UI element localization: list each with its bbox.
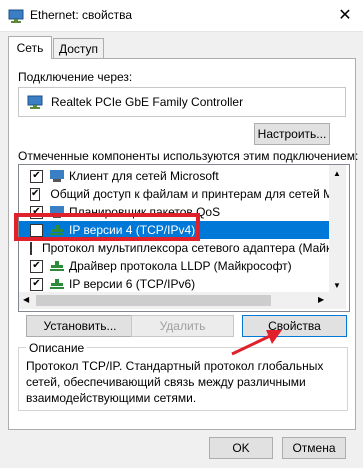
annotation-highlight-box [14,213,200,241]
scroll-down-icon[interactable]: ▼ [333,281,341,290]
checkbox[interactable]: ✔ [30,277,43,291]
tab-network-label: Сеть [16,41,44,55]
description-title: Описание [26,341,88,355]
vertical-scrollbar[interactable]: ▲ ▼ [329,165,346,292]
install-button[interactable]: Установить... [26,315,134,337]
network-adapter-icon [27,95,43,109]
protocol-icon [50,279,64,289]
checkbox[interactable]: ✔ [30,259,43,273]
tab-network[interactable]: Сеть [8,36,52,59]
description-text: Протокол TCP/IP. Стандартный протокол гл… [26,359,324,405]
client-icon [50,170,64,182]
list-item-label: Общий доступ к файлам и принтерам для се… [50,187,336,201]
protocol-icon [50,261,64,271]
tab-sharing[interactable]: Доступ [53,38,104,59]
list-item-label: IP версии 6 (TCP/IPv6) [69,277,196,291]
uninstall-button[interactable]: Удалить [131,315,234,337]
scroll-left-icon[interactable]: ◀ [23,295,29,304]
properties-button[interactable]: Свойства [242,315,347,337]
list-item[interactable]: ✔ Драйвер протокола LLDP (Майкрософт) [19,257,330,275]
checkbox[interactable] [30,241,32,255]
horizontal-scrollbar[interactable]: ◀ ▶ [19,292,329,309]
list-item[interactable]: ✔ Клиент для сетей Microsoft [19,167,330,185]
list-item-label: Протокол мультиплексора сетевого адаптер… [42,241,332,255]
network-adapter-icon [8,9,24,23]
list-item-label: Клиент для сетей Microsoft [69,169,219,183]
cancel-button[interactable]: Отмена [282,437,346,459]
window-title: Ethernet: свойства [30,8,133,22]
scroll-right-icon[interactable]: ▶ [318,295,324,304]
list-item[interactable]: ✔ Общий доступ к файлам и принтерам для … [19,185,336,203]
close-icon: ✕ [338,7,352,24]
close-button[interactable]: ✕ [327,0,363,30]
scroll-up-icon[interactable]: ▲ [333,169,341,178]
checkbox[interactable]: ✔ [30,169,43,183]
adapter-name: Realtek PCIe GbE Family Controller [51,95,244,109]
adapter-field: Realtek PCIe GbE Family Controller [18,87,346,117]
scroll-corner [329,292,346,309]
list-item[interactable]: Протокол мультиплексора сетевого адаптер… [19,239,332,257]
list-item-label: Драйвер протокола LLDP (Майкрософт) [69,259,292,273]
ok-button[interactable]: OK [209,437,273,459]
list-item[interactable]: ✔ IP версии 6 (TCP/IPv6) [19,275,330,293]
checkbox[interactable]: ✔ [30,187,41,201]
tab-sharing-label: Доступ [58,42,99,56]
components-label: Отмеченные компоненты используются этим … [18,149,359,163]
title-bar: Ethernet: свойства ✕ [0,0,363,32]
configure-button[interactable]: Настроить... [254,123,330,145]
connect-using-label: Подключение через: [18,70,133,84]
scroll-thumb[interactable] [36,295,271,306]
